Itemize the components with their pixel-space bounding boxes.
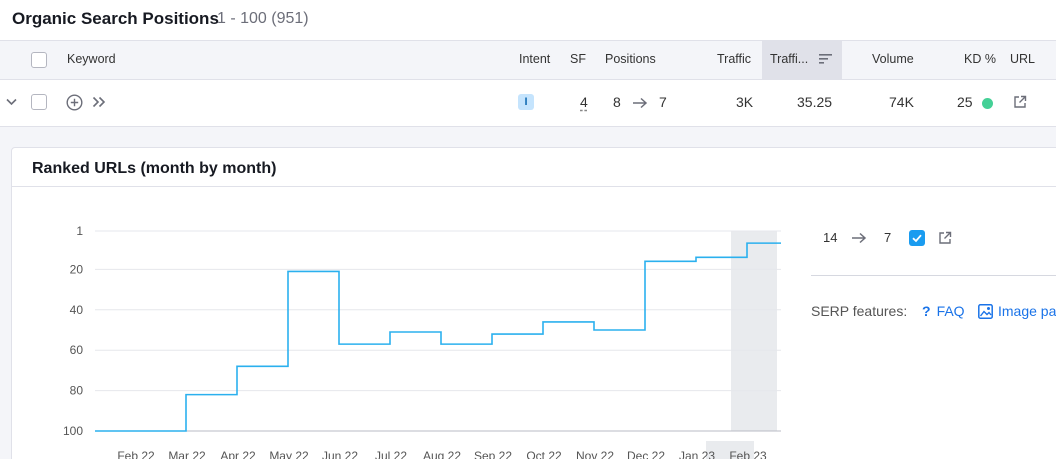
question-icon: ? (922, 303, 931, 319)
external-link-icon[interactable] (938, 231, 952, 245)
x-tick-label: Dec 22 (627, 449, 665, 459)
x-tick-label: Oct 22 (526, 449, 562, 459)
x-tick-label: Nov 22 (576, 449, 614, 459)
y-tick-label: 80 (70, 384, 84, 398)
serp-feature-image-pack[interactable]: Image pa (978, 303, 1056, 319)
x-tick-label: Aug 22 (423, 449, 461, 459)
y-tick-label: 20 (70, 262, 84, 276)
column-kd[interactable]: KD % (964, 52, 996, 66)
serp-feature-faq-label: FAQ (936, 303, 965, 319)
x-tick-label: Apr 22 (220, 449, 256, 459)
ranked-urls-chart: 1 20 40 60 80 100 Feb 22 Mar 22 Apr 22 May 22 Jun … (63, 224, 781, 459)
x-tick-label: Feb 23 (729, 449, 767, 459)
y-tick-label: 60 (70, 343, 84, 357)
x-tick-label: Jun 22 (322, 449, 358, 459)
y-tick-label: 100 (63, 424, 83, 438)
x-tick-label: May 22 (269, 449, 309, 459)
x-tick-label: Sep 22 (474, 449, 512, 459)
kd-difficulty-dot (982, 98, 993, 109)
arrow-right-icon (852, 232, 867, 244)
side-divider (811, 275, 1056, 276)
y-tick-label: 40 (70, 303, 84, 317)
x-tick-label: Jul 22 (375, 449, 407, 459)
series-visibility-checkbox[interactable] (909, 230, 925, 246)
rank-series-line (95, 242, 781, 432)
image-icon (978, 304, 993, 319)
y-tick-label: 1 (76, 224, 83, 238)
column-url[interactable]: URL (1010, 52, 1035, 66)
external-link-icon[interactable] (1013, 95, 1027, 109)
column-volume[interactable]: Volume (872, 52, 914, 66)
x-tick-label: Mar 22 (168, 449, 206, 459)
sort-descending-icon[interactable] (819, 53, 833, 65)
highlight-band (731, 231, 777, 431)
side-position-previous: 14 (823, 230, 838, 245)
kd-value: 25 (957, 94, 973, 110)
x-tick-label: Feb 22 (117, 449, 155, 459)
x-tick-label: Jan 23 (679, 449, 715, 459)
volume-value: 74K (889, 94, 914, 110)
side-position-current: 7 (884, 230, 892, 245)
serp-feature-faq[interactable]: ? FAQ (922, 303, 965, 319)
serp-features-label: SERP features: (811, 303, 908, 319)
serp-feature-image-pack-label: Image pa (998, 303, 1056, 319)
traffic-percent-value: 35.25 (797, 94, 833, 110)
